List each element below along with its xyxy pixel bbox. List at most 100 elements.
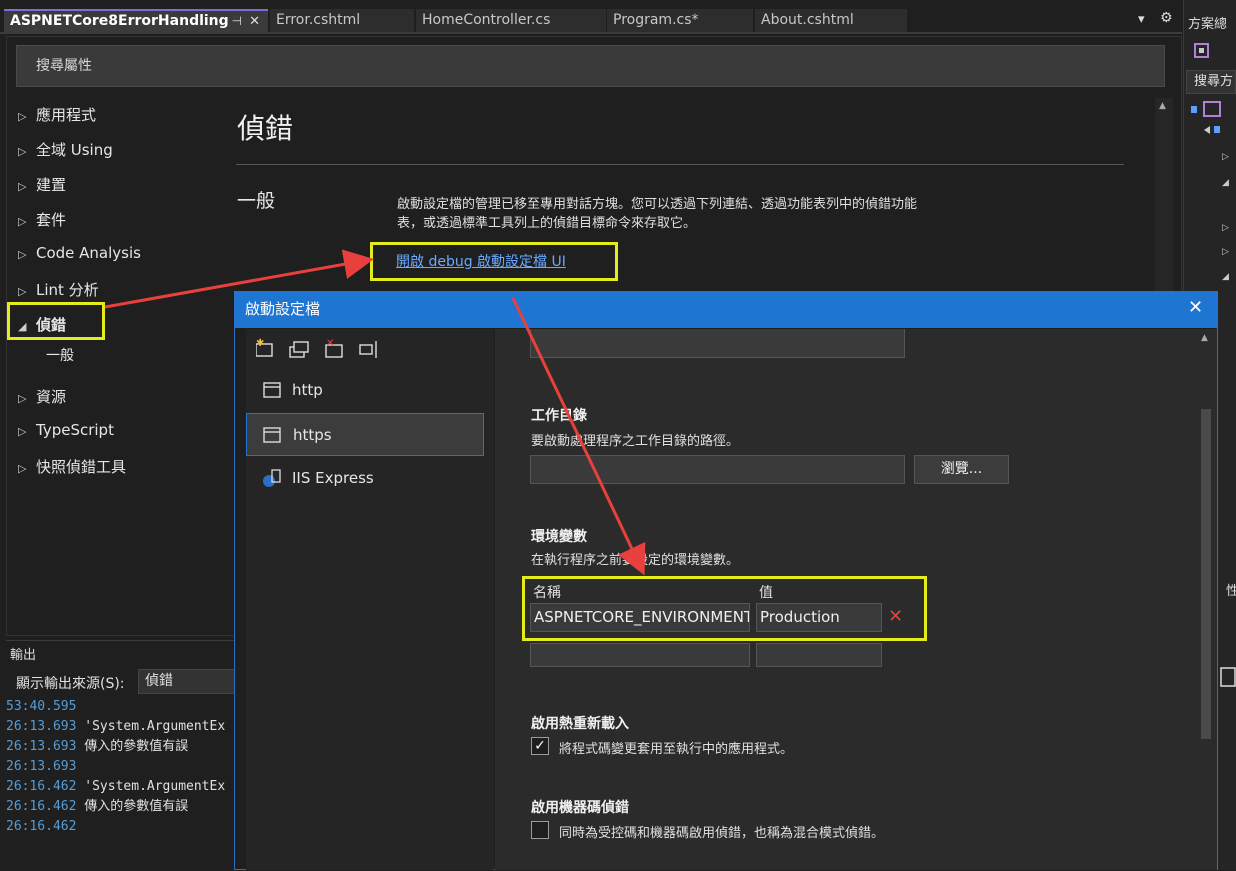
tree-expand-icon[interactable]: ▷ [1222, 247, 1229, 257]
native-debug-label: 啟用機器碼偵錯 [531, 800, 629, 816]
close-icon[interactable]: ✕ [249, 11, 260, 32]
search-properties-input[interactable]: 搜尋屬性 [16, 45, 1165, 87]
nav-item-lint[interactable]: ▷ Lint 分析 [18, 279, 99, 300]
rename-profile-button[interactable] [360, 338, 380, 360]
browse-button[interactable]: 瀏覽... [914, 455, 1009, 484]
nav-label: 一般 [46, 348, 74, 364]
log-time: 26:13.693 [6, 759, 77, 774]
log-time: 26:16.462 [6, 779, 77, 794]
workdir-label: 工作目錄 [531, 408, 587, 424]
log-time: 26:16.462 [6, 819, 77, 834]
log-text: 'System.ArgumentEx [84, 719, 226, 734]
dialog-title-bar: 啟動設定檔 [235, 292, 1217, 328]
log-line: 53:40.595 [6, 697, 234, 717]
tab-label: Error.cshtml [276, 12, 361, 28]
profile-label: https [293, 426, 332, 444]
tree-collapse-icon[interactable]: ◢ [1222, 272, 1229, 282]
output-source-select[interactable]: 偵錯 [138, 669, 236, 694]
output-log: 53:40.595 26:13.693 'System.ArgumentEx 2… [6, 697, 234, 837]
nav-item-snapshot-debugger[interactable]: ▷ 快照偵錯工具 [18, 456, 126, 477]
scroll-up-icon[interactable]: ▲ [1201, 333, 1208, 343]
properties-pane-title: 性 [1226, 584, 1236, 599]
properties-icon[interactable] [1218, 665, 1236, 689]
native-debug-description: 同時為受控碼和機器碼啟用偵錯，也稱為混合模式偵錯。 [559, 826, 885, 841]
tab-homecontroller-cs[interactable]: HomeController.cs [416, 9, 606, 32]
check-icon: ✓ [534, 738, 546, 754]
nav-item-build[interactable]: ▷ 建置 [18, 174, 66, 195]
native-debug-checkbox[interactable] [531, 821, 549, 839]
nav-item-code-analysis[interactable]: ▷ Code Analysis [18, 244, 141, 262]
tree-expand-icon[interactable]: ▷ [1222, 152, 1229, 162]
env-vars-description: 在執行程序之前要設定的環境變數。 [531, 553, 740, 568]
tree-expand-icon[interactable]: ▷ [1222, 223, 1229, 233]
tab-about-cshtml[interactable]: About.cshtml [755, 9, 907, 32]
page-title: 偵錯 [237, 112, 294, 145]
scroll-up-icon[interactable]: ▲ [1159, 101, 1166, 111]
profile-item-http[interactable]: http [246, 369, 484, 412]
nav-item-application[interactable]: ▷ 應用程式 [18, 104, 96, 125]
vs-solution-icon[interactable] [1192, 42, 1212, 60]
profile-item-https[interactable]: https [246, 413, 484, 456]
scrollbar-thumb[interactable] [1201, 409, 1211, 739]
tab-project-properties[interactable]: ASPNETCore8ErrorHandling ⊣ ✕ [4, 9, 268, 32]
nav-label: 全域 Using [36, 141, 113, 159]
expand-icon: ▷ [18, 110, 27, 123]
expand-icon: ▷ [18, 145, 27, 158]
log-line: 26:13.693 傳入的參數值有誤 [6, 737, 234, 757]
nav-label: TypeScript [36, 421, 114, 439]
copy-profile-button[interactable] [290, 338, 310, 360]
log-time: 26:16.462 [6, 799, 77, 814]
nav-item-package[interactable]: ▷ 套件 [18, 209, 66, 230]
env-vars-label: 環境變數 [531, 529, 587, 545]
nav-item-typescript[interactable]: ▷ TypeScript [18, 421, 114, 439]
new-env-value-input[interactable] [756, 643, 882, 667]
expand-icon: ▷ [18, 215, 27, 228]
log-time: 26:13.693 [6, 719, 77, 734]
solution-tree[interactable] [1190, 100, 1236, 140]
output-title: 輸出 [10, 648, 37, 663]
tree-collapse-icon[interactable]: ◢ [1222, 178, 1229, 188]
nav-item-resources[interactable]: ▷ 資源 [18, 386, 66, 407]
window-icon [263, 382, 281, 398]
tab-dropdown-icon[interactable]: ▾ [1138, 12, 1145, 27]
profile-label: http [292, 381, 323, 399]
hot-reload-label: 啟用熱重新載入 [531, 716, 629, 732]
log-text: 傳入的參數值有誤 [84, 739, 189, 754]
nav-label: 應用程式 [36, 106, 97, 124]
dialog-close-icon[interactable]: ✕ [1188, 297, 1203, 318]
highlight-link [370, 242, 618, 281]
pin-icon[interactable]: ⊣ [232, 11, 242, 32]
solution-search-input[interactable]: 搜尋方 [1186, 70, 1236, 94]
profile-label: IIS Express [292, 469, 374, 487]
nav-label: 快照偵錯工具 [36, 458, 127, 476]
output-source-value: 偵錯 [145, 673, 173, 689]
profile-item-iis-express[interactable]: IIS Express [246, 457, 484, 500]
expand-icon: ▷ [18, 285, 27, 298]
log-line: 26:13.693 [6, 757, 234, 777]
iis-globe-icon [263, 469, 281, 487]
highlight-env-vars [522, 576, 927, 641]
tab-label: ASPNETCore8ErrorHandling [10, 13, 229, 29]
description-line-1: 啟動設定檔的管理已移至專用對話方塊。您可以透過下列連結、透過功能表列中的偵錯功能 [397, 197, 918, 212]
nav-label: 套件 [36, 211, 67, 229]
tab-label: Program.cs* [613, 12, 699, 28]
nav-item-debug-general[interactable]: 一般 [46, 345, 74, 365]
solution-search-placeholder: 搜尋方 [1194, 74, 1234, 89]
dialog-title: 啟動設定檔 [245, 300, 321, 318]
settings-icon[interactable]: ⚙ [1160, 10, 1173, 26]
new-profile-button[interactable] [256, 338, 276, 360]
nav-label: Lint 分析 [36, 281, 99, 299]
tab-program-cs[interactable]: Program.cs* [607, 9, 753, 32]
workdir-input[interactable] [530, 455, 905, 484]
dialog-scrollbar[interactable]: ▲ [1197, 329, 1215, 870]
log-line: 26:13.693 'System.ArgumentEx [6, 717, 234, 737]
hot-reload-checkbox[interactable]: ✓ [531, 737, 549, 755]
new-env-name-input[interactable] [530, 643, 750, 667]
expand-icon: ▷ [18, 180, 27, 193]
nav-item-global-using[interactable]: ▷ 全域 Using [18, 139, 113, 160]
log-time: 53:40.595 [6, 699, 77, 714]
expand-icon: ▷ [18, 248, 27, 261]
tab-error-cshtml[interactable]: Error.cshtml [270, 9, 414, 32]
delete-profile-button[interactable] [326, 338, 346, 360]
previous-field-input[interactable] [530, 329, 905, 358]
